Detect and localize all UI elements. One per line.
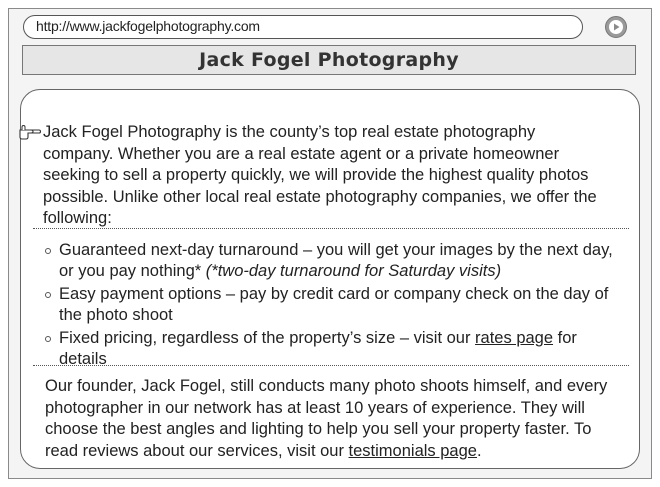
list-item-text: Fixed pricing, regardless of the propert… <box>59 329 476 347</box>
page-header: Jack Fogel Photography <box>22 45 636 75</box>
feature-list: Guaranteed next-day turnaround – you wil… <box>45 240 615 372</box>
founder-paragraph: Our founder, Jack Fogel, still conducts … <box>45 376 625 462</box>
list-item: Guaranteed next-day turnaround – you wil… <box>45 240 615 282</box>
founder-text-end: . <box>476 441 482 460</box>
list-item-note: (*two-day turnaround for Saturday visits… <box>205 262 502 280</box>
content-panel: Jack Fogel Photography is the county’s t… <box>19 89 640 469</box>
intro-paragraph: Jack Fogel Photography is the county’s t… <box>19 122 603 230</box>
address-bar[interactable]: http://www.jackfogelphotography.com <box>23 15 583 39</box>
testimonials-page-link[interactable]: testimonials page <box>349 442 477 460</box>
list-item: Fixed pricing, regardless of the propert… <box>45 328 615 370</box>
pointing-hand-icon <box>19 124 41 140</box>
address-url[interactable]: http://www.jackfogelphotography.com <box>36 18 260 34</box>
list-item: Easy payment options – pay by credit car… <box>45 284 615 326</box>
browser-window: http://www.jackfogelphotography.com Jack… <box>8 8 652 479</box>
intro-text: Jack Fogel Photography is the county’s t… <box>43 123 597 227</box>
founder-text: Our founder, Jack Fogel, still conducts … <box>45 377 608 460</box>
bullet-icon <box>45 248 51 254</box>
divider <box>33 228 629 229</box>
page-title: Jack Fogel Photography <box>199 49 459 71</box>
list-item-text: Easy payment options – pay by credit car… <box>59 285 609 324</box>
bullet-icon <box>45 292 51 298</box>
rates-page-link[interactable]: rates page <box>475 329 553 347</box>
divider <box>33 365 629 366</box>
bullet-icon <box>45 336 51 342</box>
play-arrow-icon <box>609 20 623 34</box>
go-button[interactable] <box>605 16 627 38</box>
